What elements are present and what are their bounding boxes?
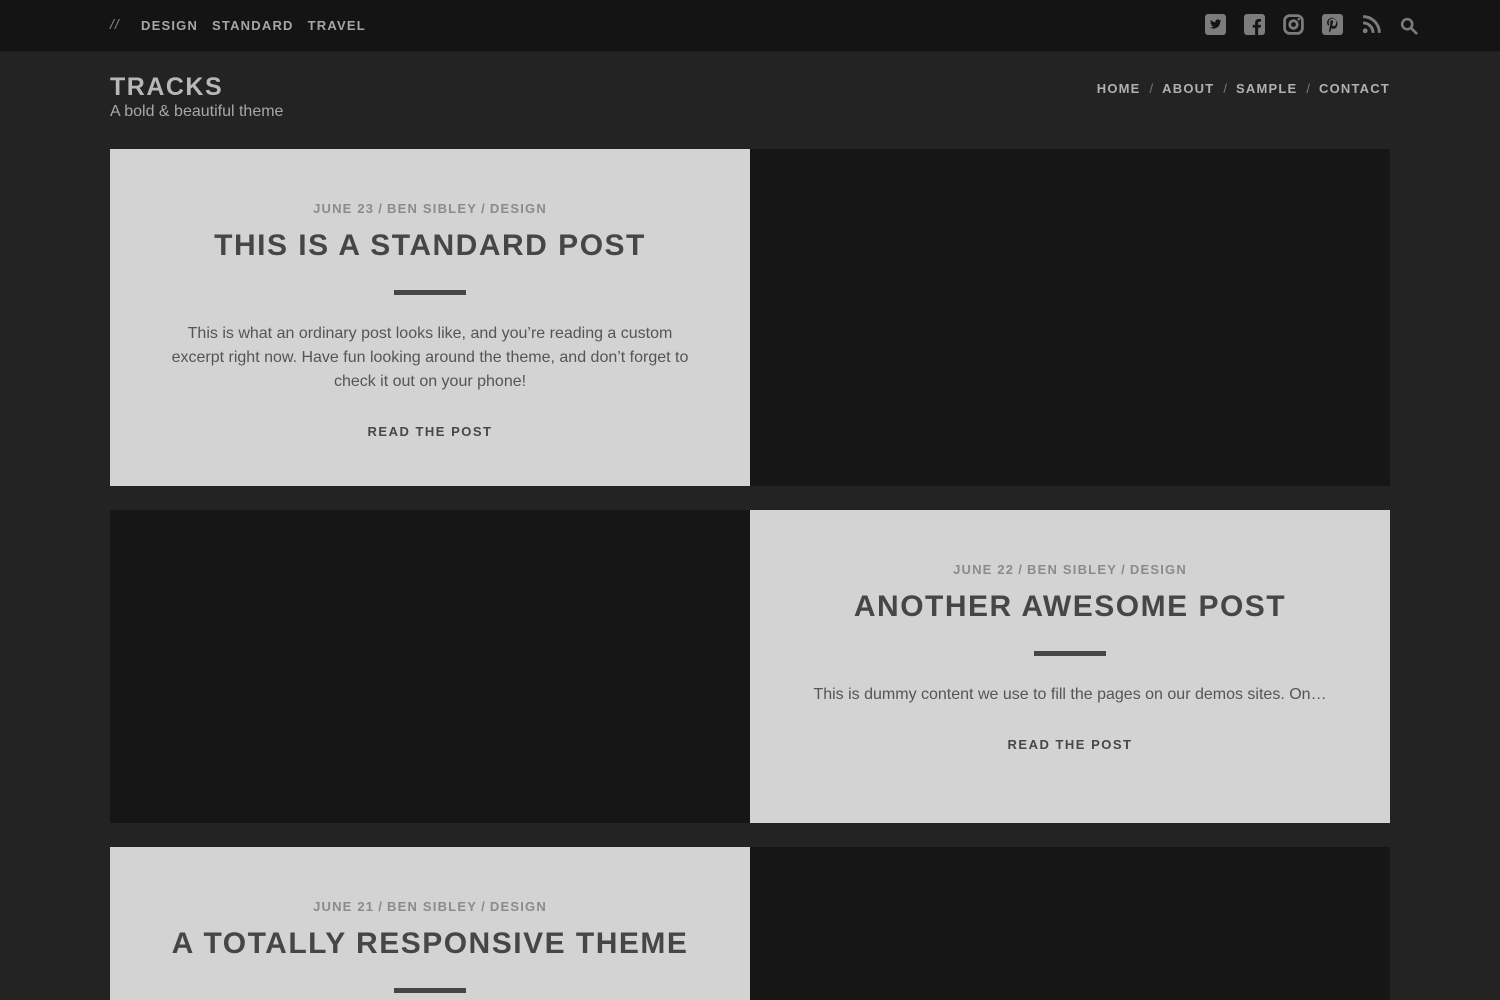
category-link-travel[interactable]: TRAVEL — [308, 18, 366, 33]
read-post-link[interactable]: READ THE POST — [368, 424, 493, 439]
nav-item-contact[interactable]: CONTACT — [1319, 81, 1390, 96]
category-link-design[interactable]: DESIGN — [141, 18, 198, 33]
featured-image[interactable] — [750, 847, 1390, 1000]
main-nav: HOME / ABOUT / SAMPLE / CONTACT — [1097, 81, 1390, 96]
meta-separator: / — [481, 201, 486, 216]
meta-separator: / — [1018, 562, 1024, 577]
facebook-icon[interactable] — [1244, 13, 1265, 35]
category-link-standard[interactable]: STANDARD — [212, 18, 294, 33]
meta-separator: / — [1121, 562, 1126, 577]
meta-separator: / — [378, 899, 384, 914]
post-author[interactable]: BEN SIBLEY — [1027, 562, 1117, 577]
post-date[interactable]: JUNE 21 — [313, 899, 374, 914]
topbar-slashes: // — [110, 16, 120, 32]
nav-item-sample[interactable]: SAMPLE — [1236, 81, 1297, 96]
post-author[interactable]: BEN SIBLEY — [387, 899, 477, 914]
post-card: JUNE 23/BEN SIBLEY / DESIGN THIS IS A STAN… — [110, 149, 750, 486]
category-nav: DESIGN STANDARD TRAVEL — [141, 18, 366, 33]
site-tagline: A bold & beautiful theme — [110, 103, 284, 120]
post-category[interactable]: DESIGN — [490, 201, 547, 216]
social-icons — [1205, 13, 1418, 35]
post-meta: JUNE 22/BEN SIBLEY / DESIGN — [810, 562, 1330, 577]
nav-separator: / — [1223, 81, 1228, 96]
post-date[interactable]: JUNE 23 — [313, 201, 374, 216]
post-title[interactable]: THIS IS A STANDARD POST — [170, 228, 690, 264]
title-divider — [394, 290, 466, 295]
instagram-icon[interactable] — [1283, 13, 1304, 35]
post-date[interactable]: JUNE 22 — [953, 562, 1014, 577]
post-category[interactable]: DESIGN — [490, 899, 547, 914]
search-icon[interactable] — [1400, 17, 1418, 35]
top-bar: // DESIGN STANDARD TRAVEL — [0, 0, 1500, 52]
post-title[interactable]: ANOTHER AWESOME POST — [810, 589, 1330, 625]
meta-separator: / — [481, 899, 486, 914]
read-post-link[interactable]: READ THE POST — [1008, 737, 1133, 752]
pinterest-icon[interactable] — [1322, 13, 1343, 35]
post-meta: JUNE 23/BEN SIBLEY / DESIGN — [170, 201, 690, 216]
site-header: TRACKS A bold & beautiful theme — [110, 73, 283, 121]
post-excerpt-text: This is dummy content we use to fill the… — [813, 686, 1327, 703]
meta-separator: / — [378, 201, 384, 216]
post-category[interactable]: DESIGN — [1130, 562, 1187, 577]
twitter-icon[interactable] — [1205, 13, 1226, 35]
nav-item-about[interactable]: ABOUT — [1162, 81, 1214, 96]
title-divider — [1034, 651, 1106, 656]
post-excerpt-text: This is what an ordinary post looks like… — [171, 325, 689, 390]
post-meta: JUNE 21/BEN SIBLEY / DESIGN — [170, 899, 690, 914]
post-excerpt: JUNE 22/BEN SIBLEY / DESIGN ANOTHER AWESOM… — [110, 510, 1390, 823]
nav-separator: / — [1306, 81, 1311, 96]
post-card: JUNE 21/BEN SIBLEY / DESIGN A TOTALLY RESP… — [110, 847, 750, 1000]
title-divider — [394, 988, 466, 993]
post-title[interactable]: A TOTALLY RESPONSIVE THEME — [170, 926, 690, 962]
post-author[interactable]: BEN SIBLEY — [387, 201, 477, 216]
nav-separator: / — [1149, 81, 1154, 96]
site-title[interactable]: TRACKS — [110, 73, 283, 102]
rss-icon[interactable] — [1361, 14, 1382, 35]
nav-item-home[interactable]: HOME — [1097, 81, 1141, 96]
featured-image[interactable] — [750, 149, 1390, 486]
post-excerpt: JUNE 21/BEN SIBLEY / DESIGN A TOTALLY RESP… — [110, 847, 1390, 1000]
post-excerpt: JUNE 23/BEN SIBLEY / DESIGN THIS IS A STAN… — [110, 149, 1390, 486]
featured-image[interactable] — [110, 510, 750, 823]
post-card: JUNE 22/BEN SIBLEY / DESIGN ANOTHER AWESOM… — [750, 510, 1390, 823]
